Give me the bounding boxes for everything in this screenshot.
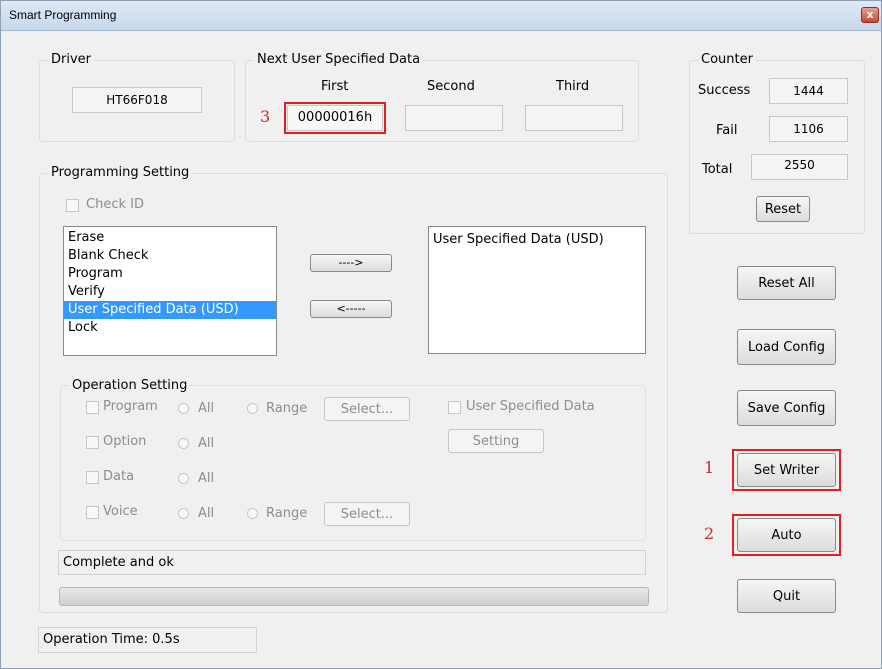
voice-label: Voice [103,504,138,519]
selected-operations-list[interactable]: User Specified Data (USD) [428,226,646,354]
list-item[interactable]: Program [64,265,276,283]
data-checkbox[interactable] [86,471,99,484]
driver-group: Driver HT66F018 [39,52,235,142]
voice-range-label: Range [266,506,308,521]
add-operation-button[interactable]: ----> [310,254,392,272]
success-label: Success [698,83,751,98]
usd-first-label: First [321,79,349,94]
check-id-checkbox[interactable] [66,199,79,212]
program-checkbox[interactable] [86,401,99,414]
program-all-label: All [198,401,215,416]
program-range-radio[interactable] [247,403,258,414]
total-value: 2550 [751,154,848,180]
annotation-number-1: 1 [704,458,715,477]
usd-setting-button[interactable]: Setting [448,429,544,453]
data-all-label: All [198,471,215,486]
highlight-box-usd-first [284,102,386,134]
title-bar: Smart Programming x [1,1,881,31]
status-text: Complete and ok [58,550,646,575]
programming-setting-title: Programming Setting [48,165,193,180]
voice-checkbox[interactable] [86,506,99,519]
total-label: Total [702,162,733,177]
data-label: Data [103,469,135,484]
usd-third-value [525,105,623,131]
program-all-radio[interactable] [178,403,189,414]
annotation-number-2: 2 [704,524,715,543]
close-icon[interactable]: x [861,7,879,23]
smart-programming-window: Smart Programming x Driver HT66F018 Next… [0,0,882,669]
remove-operation-button[interactable]: <----- [310,300,392,318]
counter-group: Counter Success 1444 Fail 1106 Total 255… [689,52,865,234]
operation-time: Operation Time: 0.5s [38,627,257,653]
voice-all-radio[interactable] [178,508,189,519]
usd-group-title: Next User Specified Data [254,52,424,67]
operation-setting-title: Operation Setting [69,378,191,393]
driver-value: HT66F018 [72,87,202,113]
option-all-radio[interactable] [178,438,189,449]
window-title: Smart Programming [9,8,117,22]
usd-second-value [405,105,503,131]
program-select-button[interactable]: Select... [324,397,410,421]
usd-second-label: Second [427,79,475,94]
highlight-box-auto [732,514,841,556]
check-id-label: Check ID [86,197,144,212]
list-item-selected[interactable]: User Specified Data (USD) [64,301,276,319]
data-all-radio[interactable] [178,473,189,484]
programming-setting-group: Programming Setting Check ID Erase Blank… [39,165,668,613]
usd-checkbox[interactable] [448,401,461,414]
option-all-label: All [198,436,215,451]
counter-group-title: Counter [698,52,756,67]
progress-bar [59,587,649,606]
voice-select-button[interactable]: Select... [324,502,410,526]
usd-third-label: Third [556,79,590,94]
list-item[interactable]: Verify [64,283,276,301]
counter-reset-button[interactable]: Reset [756,196,810,222]
available-operations-list[interactable]: Erase Blank Check Program Verify User Sp… [63,226,277,356]
success-value: 1444 [769,78,848,104]
quit-button[interactable]: Quit [737,579,836,613]
reset-all-button[interactable]: Reset All [737,266,836,300]
fail-value: 1106 [769,116,848,142]
voice-range-radio[interactable] [247,508,258,519]
driver-group-title: Driver [48,52,95,67]
voice-all-label: All [198,506,215,521]
list-item[interactable]: Lock [64,319,276,337]
usd-option-label: User Specified Data [466,399,595,414]
highlight-box-set-writer [732,449,841,491]
fail-label: Fail [716,123,738,138]
load-config-button[interactable]: Load Config [737,329,836,365]
operation-setting-group: Operation Setting Program All Range Sele… [60,378,646,541]
save-config-button[interactable]: Save Config [737,390,836,426]
list-item[interactable]: Blank Check [64,247,276,265]
annotation-number-3: 3 [260,107,271,126]
option-checkbox[interactable] [86,436,99,449]
list-item[interactable]: User Specified Data (USD) [429,231,645,249]
option-label: Option [103,434,147,449]
program-range-label: Range [266,401,308,416]
program-label: Program [103,399,158,414]
list-item[interactable]: Erase [64,229,276,247]
